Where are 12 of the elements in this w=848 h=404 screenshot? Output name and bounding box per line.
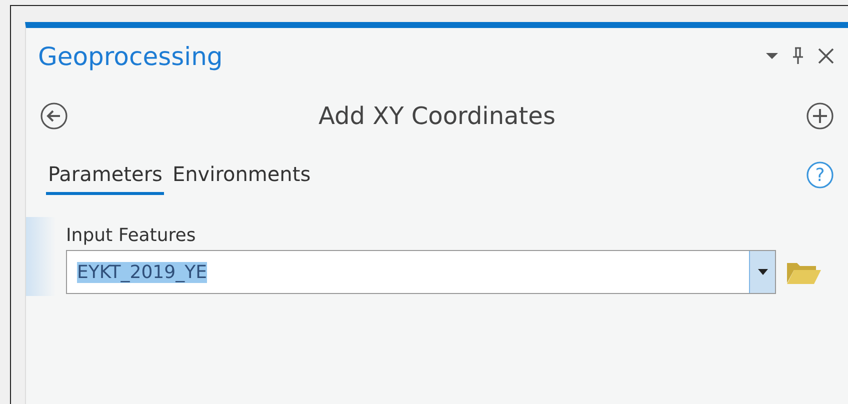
tab[interactable]: Environments xyxy=(170,158,313,195)
dropdown-caret-icon[interactable] xyxy=(766,52,778,60)
back-icon[interactable] xyxy=(40,102,68,130)
close-icon[interactable] xyxy=(818,48,834,64)
tab[interactable]: Parameters xyxy=(46,158,164,195)
input-features-combobox[interactable]: EYKT_2019_YE xyxy=(66,250,776,294)
pin-icon[interactable] xyxy=(792,47,804,65)
tool-title: Add XY Coordinates xyxy=(318,102,556,130)
parameter-label: Input Features xyxy=(66,225,197,246)
dropdown-caret-icon[interactable] xyxy=(749,251,775,293)
pane-title: Geoprocessing xyxy=(38,42,224,70)
add-icon[interactable] xyxy=(806,102,834,130)
